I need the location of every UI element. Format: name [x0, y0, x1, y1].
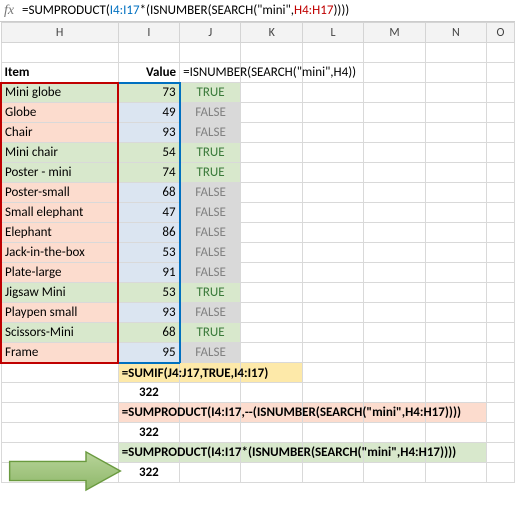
value-cell[interactable]: 68: [118, 183, 179, 203]
table-row[interactable]: Mini globe 73 TRUE: [1, 83, 515, 103]
item-cell[interactable]: Jigsaw Mini: [1, 283, 118, 303]
value-cell[interactable]: 95: [118, 343, 179, 363]
bool-cell[interactable]: TRUE: [180, 143, 241, 163]
table-row[interactable]: Frame 95 FALSE: [1, 343, 515, 363]
item-cell[interactable]: Playpen small: [1, 303, 118, 323]
col-header-I[interactable]: I: [118, 23, 179, 43]
table-row[interactable]: Elephant 86 FALSE: [1, 223, 515, 243]
item-cell[interactable]: Frame: [1, 343, 118, 363]
col-header-J[interactable]: J: [180, 23, 241, 43]
table-row[interactable]: Jigsaw Mini 53 TRUE: [1, 283, 515, 303]
header-item[interactable]: Item: [1, 63, 118, 83]
table-row[interactable]: Jack-in-the-box 53 FALSE: [1, 243, 515, 263]
item-cell[interactable]: Elephant: [1, 223, 118, 243]
arrow-right-icon: [6, 450, 124, 492]
item-cell[interactable]: Jack-in-the-box: [1, 243, 118, 263]
value-cell[interactable]: 93: [118, 123, 179, 143]
bool-cell[interactable]: TRUE: [180, 83, 241, 103]
bool-cell[interactable]: FALSE: [180, 263, 241, 283]
col-header-O[interactable]: O: [487, 23, 515, 43]
value-cell[interactable]: 54: [118, 143, 179, 163]
bool-cell[interactable]: TRUE: [180, 283, 241, 303]
table-row[interactable]: Globe 49 FALSE: [1, 103, 515, 123]
item-cell[interactable]: Scissors-Mini: [1, 323, 118, 343]
bool-cell[interactable]: FALSE: [180, 183, 241, 203]
value-cell[interactable]: 86: [118, 223, 179, 243]
bool-cell[interactable]: TRUE: [180, 323, 241, 343]
formula-cell-2[interactable]: =SUMPRODUCT(I4:I17,--(ISNUMBER(SEARCH("m…: [118, 403, 179, 423]
value-cell[interactable]: 93: [118, 303, 179, 323]
item-cell[interactable]: Small elephant: [1, 203, 118, 223]
result-cell-3[interactable]: 322: [118, 463, 179, 483]
value-cell[interactable]: 49: [118, 103, 179, 123]
column-headers: H I J K L M N O: [1, 23, 515, 43]
fx-icon[interactable]: fx: [4, 3, 22, 19]
item-cell[interactable]: Chair: [1, 123, 118, 143]
item-cell[interactable]: Poster-small: [1, 183, 118, 203]
formula-bar[interactable]: fx =SUMPRODUCT(I4:I17*(ISNUMBER(SEARCH("…: [0, 0, 515, 22]
item-cell[interactable]: Poster - mini: [1, 163, 118, 183]
item-cell[interactable]: Mini chair: [1, 143, 118, 163]
formula-cell-3[interactable]: =SUMPRODUCT(I4:I17*(ISNUMBER(SEARCH("min…: [118, 443, 179, 463]
table-row[interactable]: Plate-large 91 FALSE: [1, 263, 515, 283]
bool-cell[interactable]: FALSE: [180, 343, 241, 363]
col-header-N[interactable]: N: [425, 23, 486, 43]
cell-j-header[interactable]: =ISNUMBER(SEARCH("mini",H4)): [180, 63, 241, 83]
formula-bar-text: =SUMPRODUCT(I4:I17*(ISNUMBER(SEARCH("min…: [22, 3, 349, 18]
bool-cell[interactable]: FALSE: [180, 303, 241, 323]
col-header-H[interactable]: H: [1, 23, 118, 43]
value-cell[interactable]: 53: [118, 283, 179, 303]
value-cell[interactable]: 47: [118, 203, 179, 223]
item-cell[interactable]: Mini globe: [1, 83, 118, 103]
table-row[interactable]: Chair 93 FALSE: [1, 123, 515, 143]
bool-cell[interactable]: FALSE: [180, 123, 241, 143]
formula-cell-1[interactable]: =SUMIF(J4:J17,TRUE,I4:I17): [118, 363, 179, 383]
bool-cell[interactable]: FALSE: [180, 223, 241, 243]
table-row[interactable]: Poster - mini 74 TRUE: [1, 163, 515, 183]
table-row[interactable]: Scissors-Mini 68 TRUE: [1, 323, 515, 343]
table-row[interactable]: Playpen small 93 FALSE: [1, 303, 515, 323]
table-row[interactable]: Mini chair 54 TRUE: [1, 143, 515, 163]
bool-cell[interactable]: FALSE: [180, 243, 241, 263]
item-cell[interactable]: Plate-large: [1, 263, 118, 283]
col-header-K[interactable]: K: [241, 23, 302, 43]
col-header-M[interactable]: M: [364, 23, 425, 43]
result-cell-1[interactable]: 322: [118, 383, 179, 403]
value-cell[interactable]: 91: [118, 263, 179, 283]
result-cell-2[interactable]: 322: [118, 423, 179, 443]
value-cell[interactable]: 68: [118, 323, 179, 343]
item-cell[interactable]: Globe: [1, 103, 118, 123]
value-cell[interactable]: 74: [118, 163, 179, 183]
value-cell[interactable]: 53: [118, 243, 179, 263]
col-header-L[interactable]: L: [302, 23, 363, 43]
j-header-formula: =ISNUMBER(SEARCH("mini",H4)): [183, 65, 356, 80]
table-row[interactable]: Small elephant 47 FALSE: [1, 203, 515, 223]
table-row[interactable]: Poster-small 68 FALSE: [1, 183, 515, 203]
bool-cell[interactable]: FALSE: [180, 103, 241, 123]
bool-cell[interactable]: TRUE: [180, 163, 241, 183]
spreadsheet-grid[interactable]: H I J K L M N O Item Value =ISNUMBER(SEA…: [0, 22, 515, 483]
bool-cell[interactable]: FALSE: [180, 203, 241, 223]
value-cell[interactable]: 73: [118, 83, 179, 103]
header-value[interactable]: Value: [118, 63, 179, 83]
